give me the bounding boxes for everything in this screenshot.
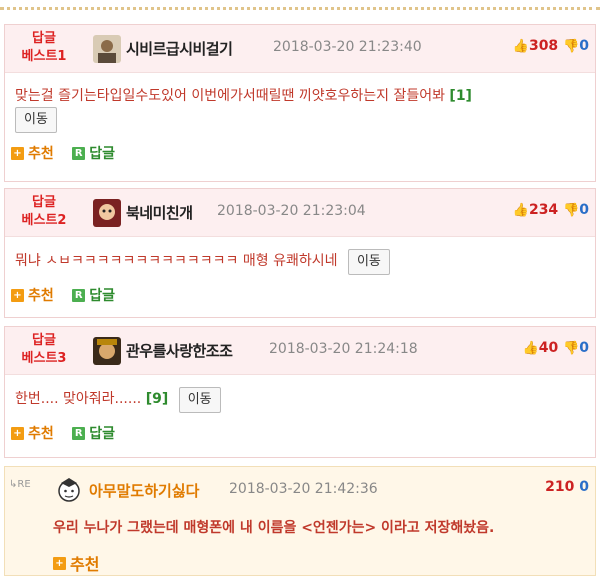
best-comment-header: 답글 베스트1 시비르급시비걸기 2018-03-20 21:23:40 👍30… xyxy=(5,25,595,73)
upvote-count: 234 xyxy=(528,202,559,218)
comment-text: 맞는걸 즐기는타입일수도있어 이번에가서때릴땐 끼얏호우하는지 잘들어봐 xyxy=(15,88,445,104)
avatar[interactable] xyxy=(93,35,121,63)
author-nickname[interactable]: 관우를사랑한조조 xyxy=(126,340,233,361)
reply-author-nickname[interactable]: 아무말도하기싫다 xyxy=(89,480,199,501)
reply-button[interactable]: R 답글 xyxy=(72,285,115,305)
upvote-count: 40 xyxy=(538,340,559,356)
best-comment-1: 답글 베스트1 시비르급시비걸기 2018-03-20 21:23:40 👍30… xyxy=(4,24,596,182)
plus-icon: + xyxy=(11,426,24,440)
comment-actions: + 추천 R 답글 xyxy=(5,139,595,171)
best-comment-3: 답글 베스트3 관우를사랑한조조 2018-03-20 21:24:18 👍40… xyxy=(4,326,596,458)
vote-counts: 👍308 👎0 xyxy=(513,38,589,54)
recommend-button[interactable]: + 추천 xyxy=(11,423,54,443)
reply-date: 2018-03-20 21:42:36 xyxy=(229,481,378,497)
downvote-count: 0 xyxy=(579,38,589,54)
comment-text: 한번.... 맞아줘라...... xyxy=(15,391,142,407)
reply-count[interactable]: [9] xyxy=(146,391,169,407)
comment-date: 2018-03-20 21:23:04 xyxy=(217,203,366,219)
best-rank-label: 답글 베스트3 xyxy=(21,333,67,366)
reply-text: 우리 누나가 그랬는데 매형폰에 내 이름을 <언젠가는> 이라고 저장해놨음. xyxy=(53,520,495,536)
reply-r-icon: R xyxy=(72,288,86,302)
upvote-count: 308 xyxy=(528,38,559,54)
move-button[interactable]: 이동 xyxy=(178,387,221,413)
comment-actions: + 추천 R 답글 xyxy=(5,419,595,451)
avatar-icon[interactable] xyxy=(55,475,83,503)
recommend-button[interactable]: + 추천 xyxy=(11,285,54,305)
reply-button[interactable]: R 답글 xyxy=(72,143,115,163)
best-comment-header: 답글 베스트3 관우를사랑한조조 2018-03-20 21:24:18 👍40… xyxy=(5,327,595,375)
reply-r-icon: R xyxy=(72,146,86,160)
thumb-up-icon[interactable]: 👍 xyxy=(523,341,539,356)
comment-date: 2018-03-20 21:23:40 xyxy=(273,39,422,55)
avatar[interactable] xyxy=(93,199,121,227)
top-divider xyxy=(0,0,600,10)
re-arrow-icon: ↳RE xyxy=(9,479,31,490)
thumb-up-icon[interactable]: 👍 xyxy=(513,39,529,54)
author-nickname[interactable]: 시비르급시비걸기 xyxy=(126,38,233,59)
thumb-down-icon[interactable]: 👎 xyxy=(563,203,579,218)
best-comment-2: 답글 베스트2 북네미친개 2018-03-20 21:23:04 👍234 👎… xyxy=(4,188,596,318)
plus-icon: + xyxy=(11,146,24,160)
author-nickname[interactable]: 북네미친개 xyxy=(126,202,193,223)
reply-count[interactable]: [1] xyxy=(449,88,472,104)
downvote-count: 0 xyxy=(579,340,589,356)
comment-body: 맞는걸 즐기는타입일수도있어 이번에가서때릴땐 끼얏호우하는지 잘들어봐 [1]… xyxy=(5,73,595,139)
reply-score: 210 0 xyxy=(545,479,589,495)
reply-recommend-button[interactable]: + 추천 xyxy=(53,551,99,575)
comment-actions: + 추천 R 답글 xyxy=(5,281,595,313)
comment-body: 뭐냐 ㅅㅂㅋㅋㅋㅋㅋㅋㅋㅋㅋㅋㅋㅋㅋ 매형 유쾌하시네 이동 xyxy=(5,237,595,281)
plus-icon: + xyxy=(11,288,24,302)
recommend-button[interactable]: + 추천 xyxy=(11,143,54,163)
reply-comment: ↳RE 아무말도하기싫다 2018-03-20 21:42:36 210 0 우… xyxy=(4,466,596,576)
comment-body: 한번.... 맞아줘라...... [9] 이동 xyxy=(5,375,595,419)
comment-page: 답글 베스트1 시비르급시비걸기 2018-03-20 21:23:40 👍30… xyxy=(0,0,600,579)
thumb-up-icon[interactable]: 👍 xyxy=(513,203,529,218)
avatar[interactable] xyxy=(93,337,121,365)
best-comment-header: 답글 베스트2 북네미친개 2018-03-20 21:23:04 👍234 👎… xyxy=(5,189,595,237)
downvote-count: 0 xyxy=(579,202,589,218)
thumb-down-icon[interactable]: 👎 xyxy=(563,39,579,54)
thumb-down-icon[interactable]: 👎 xyxy=(563,341,579,356)
move-button[interactable]: 이동 xyxy=(15,107,57,133)
reply-r-icon: R xyxy=(72,426,86,440)
best-rank-label: 답글 베스트2 xyxy=(21,195,67,228)
vote-counts: 👍40 👎0 xyxy=(523,340,589,356)
plus-icon: + xyxy=(53,556,66,570)
comment-text: 뭐냐 ㅅㅂㅋㅋㅋㅋㅋㅋㅋㅋㅋㅋㅋㅋㅋ 매형 유쾌하시네 xyxy=(15,253,338,269)
vote-counts: 👍234 👎0 xyxy=(513,202,589,218)
reply-button[interactable]: R 답글 xyxy=(72,423,115,443)
move-button[interactable]: 이동 xyxy=(347,249,390,275)
comment-date: 2018-03-20 21:24:18 xyxy=(269,341,418,357)
best-rank-label: 답글 베스트1 xyxy=(21,31,67,64)
